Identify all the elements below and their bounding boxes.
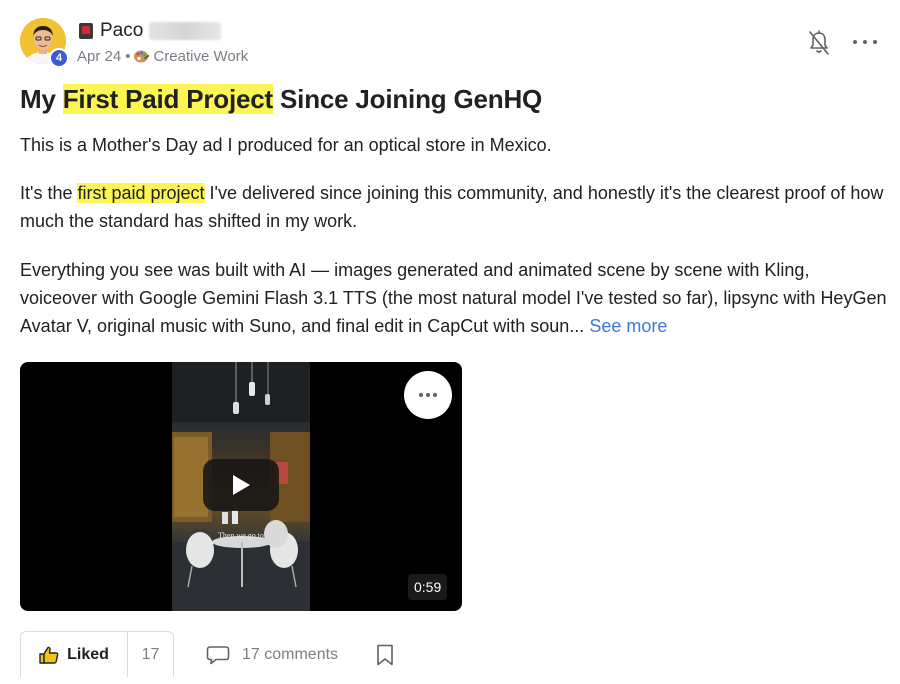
- title-part: My: [20, 84, 63, 114]
- post-meta: Apr 24 • Creative Work: [77, 47, 248, 65]
- post-paragraph-2: It's the first paid project I've deliver…: [20, 179, 890, 235]
- author-name[interactable]: Paco: [100, 20, 143, 42]
- comments-label: 17 comments: [242, 646, 339, 663]
- paragraph-highlight: first paid project: [77, 183, 205, 203]
- see-more-link[interactable]: See more: [589, 316, 667, 336]
- dot: [853, 40, 857, 44]
- thumbs-up-icon: [39, 646, 59, 664]
- like-button[interactable]: Liked: [21, 632, 128, 677]
- video-more-button[interactable]: [404, 371, 452, 419]
- more-options-icon[interactable]: [853, 34, 877, 50]
- bookmark-icon[interactable]: [376, 644, 394, 666]
- dot: [426, 393, 430, 397]
- play-icon: [233, 475, 250, 495]
- post-paragraph-1: This is a Mother's Day ad I produced for…: [20, 135, 552, 155]
- video-caption: Then we go to: [218, 531, 264, 540]
- post-title[interactable]: My First Paid Project Since Joining GenH…: [20, 84, 542, 115]
- dot: [419, 393, 423, 397]
- title-part: Since Joining GenHQ: [273, 84, 543, 114]
- dot: [873, 40, 877, 44]
- paragraph-text: Everything you see was built with AI — i…: [20, 260, 887, 336]
- paragraph-text: It's the: [20, 183, 78, 203]
- dot: [863, 40, 867, 44]
- comment-icon: [206, 646, 230, 665]
- play-button[interactable]: [203, 459, 279, 511]
- post-category[interactable]: Creative Work: [153, 48, 248, 65]
- bell-off-icon[interactable]: [808, 30, 830, 56]
- like-group: Liked 17: [20, 631, 174, 677]
- redacted-surname: [149, 22, 222, 40]
- like-count[interactable]: 17: [128, 632, 173, 677]
- post-card: 4 Paco Apr 24 • Creative Work My First P…: [0, 0, 900, 684]
- level-badge: 4: [49, 48, 69, 68]
- title-highlight: First Paid Project: [62, 84, 273, 114]
- post-paragraph-3: Everything you see was built with AI — i…: [20, 256, 890, 340]
- video-player[interactable]: Then we go to 0:59: [20, 362, 462, 611]
- flag-icon: [79, 23, 93, 39]
- liked-label: Liked: [67, 645, 109, 663]
- meta-separator: •: [125, 47, 131, 65]
- comments-button[interactable]: 17 comments: [206, 644, 338, 666]
- palette-icon: [134, 50, 150, 62]
- video-duration: 0:59: [408, 574, 448, 600]
- dot: [433, 393, 437, 397]
- post-date[interactable]: Apr 24: [77, 48, 121, 65]
- author-row: Paco: [79, 20, 222, 42]
- author-avatar[interactable]: 4: [20, 18, 69, 68]
